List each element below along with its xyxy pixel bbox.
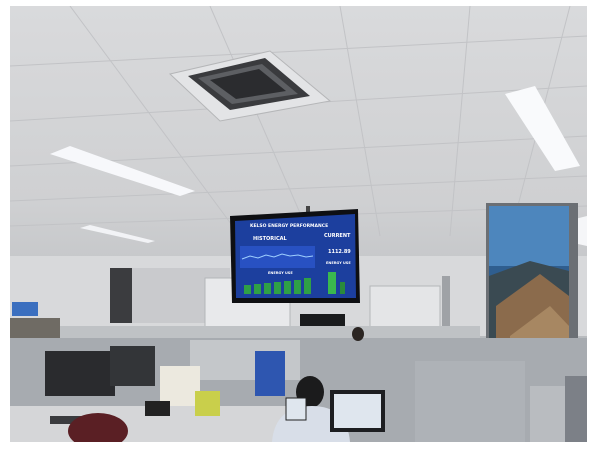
blue-binder xyxy=(255,351,285,396)
partition xyxy=(415,361,525,442)
monitor-bottom-label: ENERGY USE xyxy=(268,271,293,275)
monitor-title: KELSO ENERGY PERFORMANCE xyxy=(250,223,328,229)
desk-phone xyxy=(145,401,170,416)
doorway xyxy=(110,268,132,323)
desk-monitor xyxy=(45,351,115,396)
yellow-note-board xyxy=(195,391,220,416)
desk-items xyxy=(10,318,60,338)
monitor-right-bar xyxy=(340,282,345,294)
air-vent xyxy=(168,50,332,122)
ceiling-light xyxy=(50,146,195,196)
ceiling-light xyxy=(505,86,580,171)
monitor-right-bar xyxy=(328,272,336,294)
desk-monitor xyxy=(110,346,155,386)
monitor-current-label: CURRENT xyxy=(324,233,351,239)
monitor-historical-label: HISTORICAL xyxy=(253,236,288,242)
distant-person xyxy=(352,327,364,341)
desk-monitor-small xyxy=(285,397,307,421)
monitor-current-value: 1112.89 xyxy=(328,249,351,255)
ceiling-light xyxy=(80,225,155,243)
paper-stack xyxy=(160,366,200,406)
monitor-right-sublabel: ENERGY USE xyxy=(326,261,351,265)
hanging-monitor: KELSO ENERGY PERFORMANCE HISTORICAL CURR… xyxy=(230,206,360,303)
monitor-line-chart xyxy=(240,246,315,268)
office-photo: KELSO ENERGY PERFORMANCE HISTORICAL CURR… xyxy=(10,6,587,442)
desk-monitor-right-screen xyxy=(334,394,381,428)
partition-right xyxy=(565,376,587,442)
whiteboard xyxy=(369,285,441,332)
ceiling-grid xyxy=(10,6,587,237)
office-scene: KELSO ENERGY PERFORMANCE HISTORICAL CURR… xyxy=(10,6,587,442)
partition xyxy=(10,326,480,338)
blue-sign xyxy=(12,302,38,316)
